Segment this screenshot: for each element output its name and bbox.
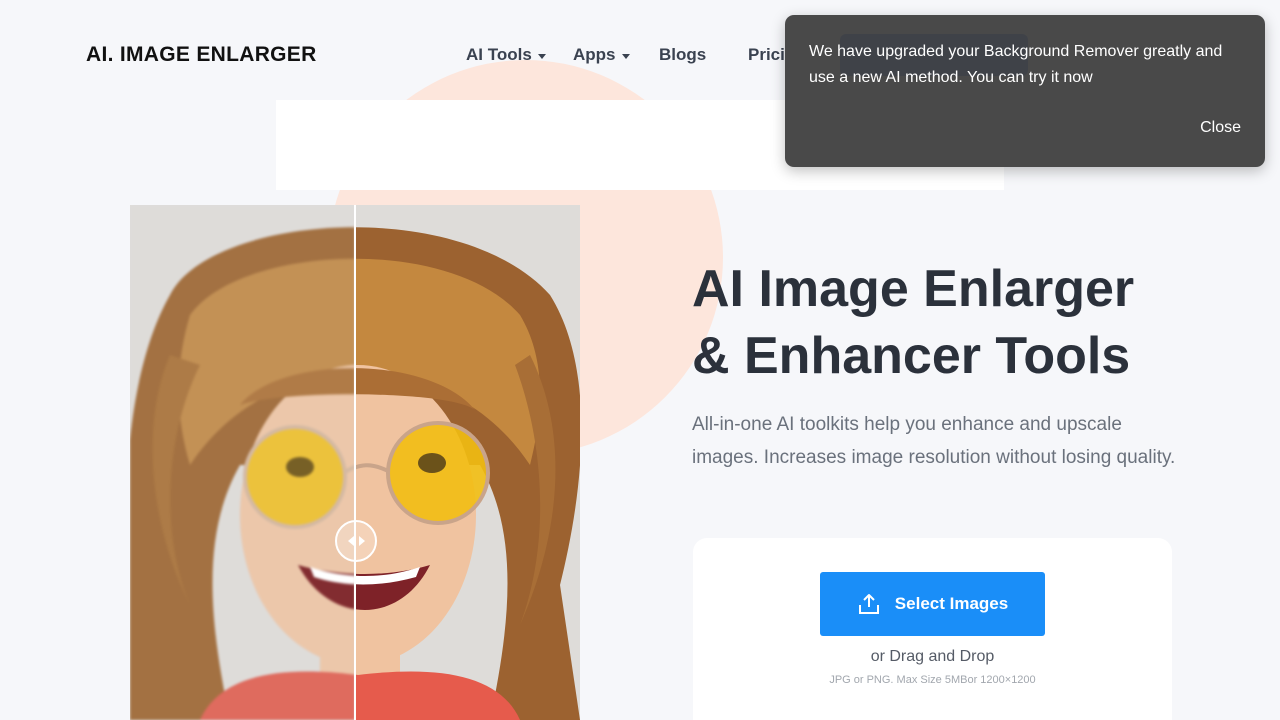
toast-message: We have upgraded your Background Remover… — [809, 43, 1223, 86]
compare-arrows-icon[interactable] — [335, 520, 377, 562]
drag-drop-text: or Drag and Drop — [870, 648, 995, 665]
toast-close-button[interactable]: Close — [1200, 119, 1241, 137]
hero-title-line1: AI Image Enlarger — [692, 260, 1135, 318]
upload-card[interactable]: Select Images or Drag and Drop JPG or PN… — [693, 538, 1172, 720]
portrait-illustration — [130, 205, 355, 720]
arrow-left-icon — [347, 536, 354, 546]
arrow-right-icon — [358, 536, 365, 546]
nav-pricing-label: Prici — [748, 45, 785, 64]
nav-pricing[interactable]: Prici — [748, 45, 785, 65]
hero-title: AI Image Enlarger & Enhancer Tools — [692, 256, 1252, 390]
select-images-button[interactable]: Select Images — [820, 572, 1045, 636]
after-image — [355, 205, 580, 720]
nav-blogs-label: Blogs — [659, 45, 707, 64]
nav-ai-tools-label: AI Tools — [466, 45, 532, 64]
nav-apps-label: Apps — [573, 45, 616, 64]
file-requirements: JPG or PNG. Max Size 5MBor 1200×1200 — [829, 674, 1036, 686]
caret-down-icon — [537, 53, 546, 59]
before-after-image[interactable] — [130, 205, 580, 720]
hero-subtitle: All-in-one AI toolkits help you enhance … — [692, 414, 1176, 468]
nav-apps[interactable]: Apps — [573, 45, 630, 65]
nav-ai-tools[interactable]: AI Tools — [466, 45, 546, 65]
before-image — [130, 205, 355, 720]
upload-icon — [858, 594, 879, 614]
notification-toast: We have upgraded your Background Remover… — [785, 15, 1265, 167]
site-logo[interactable]: AI. IMAGE ENLARGER — [86, 43, 317, 67]
page: AI. IMAGE ENLARGER AI Tools Apps Blogs P… — [0, 0, 1280, 720]
select-images-label: Select Images — [894, 594, 1009, 613]
portrait-illustration-enhanced — [355, 205, 580, 720]
hero-title-line2: & Enhancer Tools — [692, 327, 1131, 385]
caret-down-icon — [621, 53, 630, 59]
compare-divider[interactable] — [354, 205, 356, 720]
nav-blogs[interactable]: Blogs — [659, 45, 706, 65]
